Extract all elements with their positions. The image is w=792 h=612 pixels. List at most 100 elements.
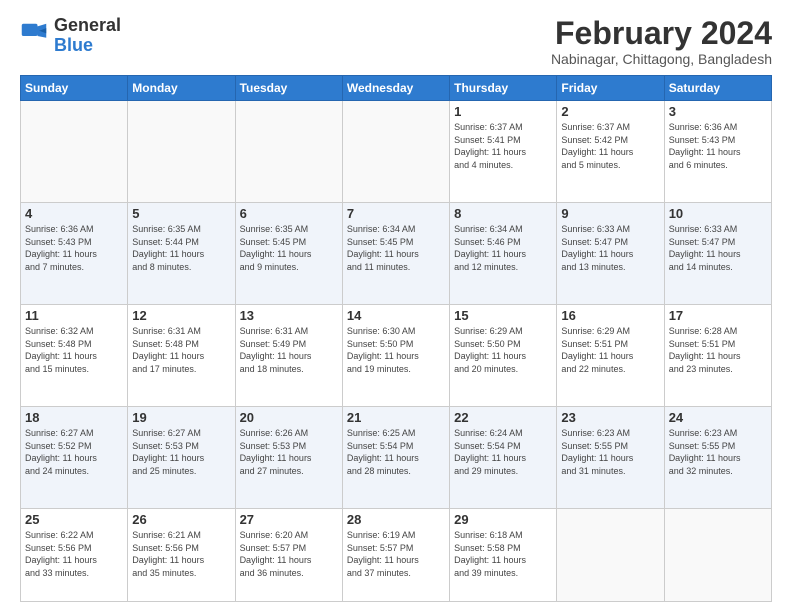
day-number: 17 (669, 308, 767, 323)
day-info: Sunrise: 6:36 AM Sunset: 5:43 PM Dayligh… (25, 223, 123, 273)
day-info: Sunrise: 6:34 AM Sunset: 5:45 PM Dayligh… (347, 223, 445, 273)
title-block: February 2024 Nabinagar, Chittagong, Ban… (551, 16, 772, 67)
day-info: Sunrise: 6:22 AM Sunset: 5:56 PM Dayligh… (25, 529, 123, 579)
day-info: Sunrise: 6:27 AM Sunset: 5:52 PM Dayligh… (25, 427, 123, 477)
logo-icon (20, 22, 48, 50)
calendar-cell: 15 Sunrise: 6:29 AM Sunset: 5:50 PM Dayli… (450, 305, 557, 407)
day-info: Sunrise: 6:29 AM Sunset: 5:50 PM Dayligh… (454, 325, 552, 375)
day-info: Sunrise: 6:28 AM Sunset: 5:51 PM Dayligh… (669, 325, 767, 375)
day-info: Sunrise: 6:33 AM Sunset: 5:47 PM Dayligh… (669, 223, 767, 273)
calendar-cell: 28 Sunrise: 6:19 AM Sunset: 5:57 PM Dayli… (342, 509, 449, 602)
logo-general-text: General (54, 16, 121, 36)
calendar-cell: 25 Sunrise: 6:22 AM Sunset: 5:56 PM Dayli… (21, 509, 128, 602)
weekday-header-thursday: Thursday (450, 76, 557, 101)
calendar-body: 1 Sunrise: 6:37 AM Sunset: 5:41 PM Daylig… (21, 101, 772, 602)
day-info: Sunrise: 6:30 AM Sunset: 5:50 PM Dayligh… (347, 325, 445, 375)
day-number: 2 (561, 104, 659, 119)
weekday-header-row: SundayMondayTuesdayWednesdayThursdayFrid… (21, 76, 772, 101)
day-number: 19 (132, 410, 230, 425)
calendar-cell: 7 Sunrise: 6:34 AM Sunset: 5:45 PM Daylig… (342, 203, 449, 305)
day-info: Sunrise: 6:37 AM Sunset: 5:41 PM Dayligh… (454, 121, 552, 171)
day-number: 5 (132, 206, 230, 221)
calendar-cell (128, 101, 235, 203)
calendar-cell: 4Sunrise: 6:36 AM Sunset: 5:43 PM Daylig… (21, 203, 128, 305)
day-info: Sunrise: 6:19 AM Sunset: 5:57 PM Dayligh… (347, 529, 445, 579)
calendar-week-row: 11 Sunrise: 6:32 AM Sunset: 5:48 PM Dayli… (21, 305, 772, 407)
day-number: 26 (132, 512, 230, 527)
day-info: Sunrise: 6:27 AM Sunset: 5:53 PM Dayligh… (132, 427, 230, 477)
calendar-cell: 29Sunrise: 6:18 AM Sunset: 5:58 PM Dayli… (450, 509, 557, 602)
logo-text: General Blue (54, 16, 121, 56)
day-number: 8 (454, 206, 552, 221)
calendar-table: SundayMondayTuesdayWednesdayThursdayFrid… (20, 75, 772, 602)
weekday-header-friday: Friday (557, 76, 664, 101)
day-number: 11 (25, 308, 123, 323)
day-number: 10 (669, 206, 767, 221)
day-info: Sunrise: 6:24 AM Sunset: 5:54 PM Dayligh… (454, 427, 552, 477)
calendar-cell: 10 Sunrise: 6:33 AM Sunset: 5:47 PM Dayli… (664, 203, 771, 305)
day-info: Sunrise: 6:21 AM Sunset: 5:56 PM Dayligh… (132, 529, 230, 579)
day-number: 25 (25, 512, 123, 527)
day-number: 28 (347, 512, 445, 527)
day-number: 24 (669, 410, 767, 425)
day-info: Sunrise: 6:29 AM Sunset: 5:51 PM Dayligh… (561, 325, 659, 375)
day-number: 3 (669, 104, 767, 119)
calendar-cell: 27 Sunrise: 6:20 AM Sunset: 5:57 PM Dayli… (235, 509, 342, 602)
day-number: 29 (454, 512, 552, 527)
day-number: 1 (454, 104, 552, 119)
day-info: Sunrise: 6:31 AM Sunset: 5:49 PM Dayligh… (240, 325, 338, 375)
day-number: 16 (561, 308, 659, 323)
location: Nabinagar, Chittagong, Bangladesh (551, 51, 772, 67)
day-info: Sunrise: 6:35 AM Sunset: 5:44 PM Dayligh… (132, 223, 230, 273)
calendar-page: General Blue February 2024 Nabinagar, Ch… (0, 0, 792, 612)
calendar-cell: 9Sunrise: 6:33 AM Sunset: 5:47 PM Daylig… (557, 203, 664, 305)
calendar-cell: 1 Sunrise: 6:37 AM Sunset: 5:41 PM Daylig… (450, 101, 557, 203)
month-title: February 2024 (551, 16, 772, 51)
logo: General Blue (20, 16, 121, 56)
day-number: 13 (240, 308, 338, 323)
calendar-cell (557, 509, 664, 602)
logo-blue-text: Blue (54, 36, 121, 56)
calendar-week-row: 1 Sunrise: 6:37 AM Sunset: 5:41 PM Daylig… (21, 101, 772, 203)
weekday-header-monday: Monday (128, 76, 235, 101)
day-number: 15 (454, 308, 552, 323)
calendar-cell: 8 Sunrise: 6:34 AM Sunset: 5:46 PM Daylig… (450, 203, 557, 305)
day-info: Sunrise: 6:36 AM Sunset: 5:43 PM Dayligh… (669, 121, 767, 171)
day-number: 14 (347, 308, 445, 323)
calendar-cell: 6 Sunrise: 6:35 AM Sunset: 5:45 PM Daylig… (235, 203, 342, 305)
day-number: 27 (240, 512, 338, 527)
calendar-cell: 14 Sunrise: 6:30 AM Sunset: 5:50 PM Dayli… (342, 305, 449, 407)
day-info: Sunrise: 6:26 AM Sunset: 5:53 PM Dayligh… (240, 427, 338, 477)
day-info: Sunrise: 6:20 AM Sunset: 5:57 PM Dayligh… (240, 529, 338, 579)
day-info: Sunrise: 6:37 AM Sunset: 5:42 PM Dayligh… (561, 121, 659, 171)
calendar-cell: 23Sunrise: 6:23 AM Sunset: 5:55 PM Dayli… (557, 407, 664, 509)
calendar-cell: 3 Sunrise: 6:36 AM Sunset: 5:43 PM Daylig… (664, 101, 771, 203)
weekday-header-saturday: Saturday (664, 76, 771, 101)
day-number: 6 (240, 206, 338, 221)
day-number: 21 (347, 410, 445, 425)
calendar-cell: 2 Sunrise: 6:37 AM Sunset: 5:42 PM Daylig… (557, 101, 664, 203)
day-number: 7 (347, 206, 445, 221)
day-info: Sunrise: 6:32 AM Sunset: 5:48 PM Dayligh… (25, 325, 123, 375)
day-number: 22 (454, 410, 552, 425)
calendar-cell: 26 Sunrise: 6:21 AM Sunset: 5:56 PM Dayli… (128, 509, 235, 602)
day-info: Sunrise: 6:23 AM Sunset: 5:55 PM Dayligh… (669, 427, 767, 477)
weekday-header-tuesday: Tuesday (235, 76, 342, 101)
day-info: Sunrise: 6:34 AM Sunset: 5:46 PM Dayligh… (454, 223, 552, 273)
weekday-header-sunday: Sunday (21, 76, 128, 101)
calendar-week-row: 18 Sunrise: 6:27 AM Sunset: 5:52 PM Dayli… (21, 407, 772, 509)
day-number: 12 (132, 308, 230, 323)
header: General Blue February 2024 Nabinagar, Ch… (20, 16, 772, 67)
calendar-cell: 5 Sunrise: 6:35 AM Sunset: 5:44 PM Daylig… (128, 203, 235, 305)
day-number: 9 (561, 206, 659, 221)
calendar-week-row: 25 Sunrise: 6:22 AM Sunset: 5:56 PM Dayli… (21, 509, 772, 602)
day-number: 18 (25, 410, 123, 425)
day-number: 20 (240, 410, 338, 425)
calendar-cell: 17 Sunrise: 6:28 AM Sunset: 5:51 PM Dayli… (664, 305, 771, 407)
calendar-cell: 11 Sunrise: 6:32 AM Sunset: 5:48 PM Dayli… (21, 305, 128, 407)
day-info: Sunrise: 6:35 AM Sunset: 5:45 PM Dayligh… (240, 223, 338, 273)
day-number: 23 (561, 410, 659, 425)
calendar-cell: 20 Sunrise: 6:26 AM Sunset: 5:53 PM Dayli… (235, 407, 342, 509)
calendar-cell (664, 509, 771, 602)
calendar-cell: 24 Sunrise: 6:23 AM Sunset: 5:55 PM Dayli… (664, 407, 771, 509)
